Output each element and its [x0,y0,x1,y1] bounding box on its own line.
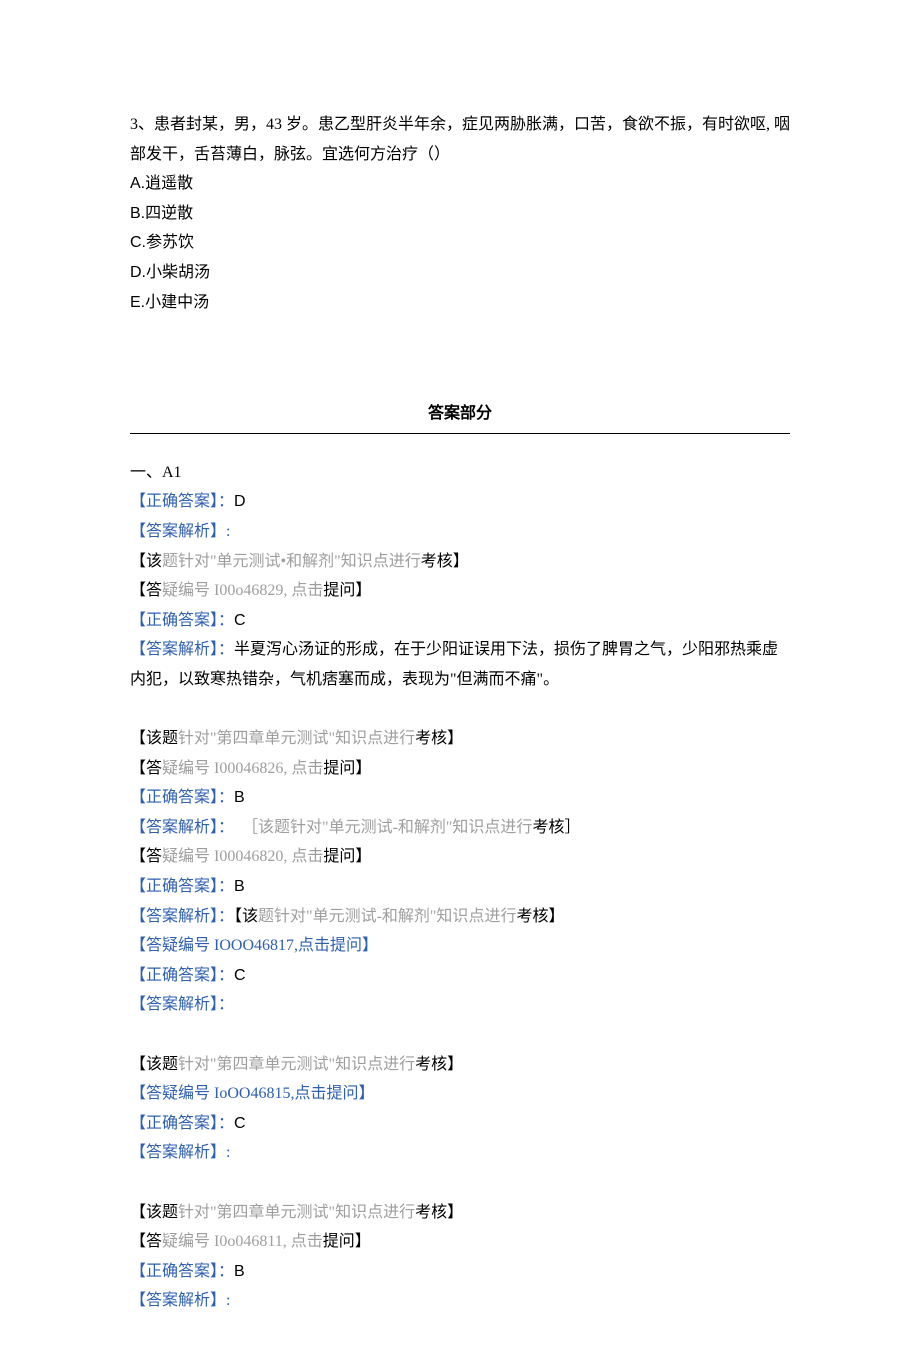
option-d: D.小柴胡汤 [130,258,790,288]
option-b: B.四逆散 [130,199,790,229]
question-stem-line2: 部发干，舌苔薄白，脉弦。宜选何方治疗（） [130,140,790,170]
correct-answer-3: 【正确答案】：B [130,783,790,813]
analysis-1: 【答案解析】: [130,517,790,547]
query-4: 【答疑编号 IOOO46817,点击提问】 [130,931,790,961]
answer-section-title: 答案部分 [130,399,790,433]
reference-1: 【该题针对"单元测试•和解剂"知识点进行考核】 [130,547,790,577]
analysis-6: 【答案解析】: [130,1138,790,1168]
correct-answer-1: 【正确答案】：D [130,487,790,517]
correct-answer-2: 【正确答案】：C [130,606,790,636]
option-e: E.小建中汤 [130,288,790,318]
query-2: 【答疑编号 I00046826, 点击提问】 [130,754,790,784]
analysis-5: 【答案解析】： [130,990,790,1020]
analysis-2-line1: 【答案解析】：半夏泻心汤证的形成，在于少阳证误用下法，损伤了脾胃之气，少阳邪热乘… [130,635,790,665]
analysis-7: 【答案解析】: [130,1286,790,1316]
reference-5: 【该题针对"第四章单元测试"知识点进行考核】 [130,1050,790,1080]
correct-answer-4: 【正确答案】：B [130,872,790,902]
option-a: A.逍遥散 [130,169,790,199]
question-stem-line1: 3、患者封某，男，43 岁。患乙型肝炎半年余，症见两胁胀满，口苦，食欲不振，有时… [130,110,790,140]
analysis-3: 【答案解析】： ［该题针对"单元测试-和解剂"知识点进行考核］ [130,813,790,843]
query-3: 【答疑编号 I00046820, 点击提问】 [130,842,790,872]
reference-2: 【该题针对"第四章单元测试"知识点进行考核】 [130,724,790,754]
analysis-2-line2: 内犯，以致寒热错杂，气机痞塞而成，表现为"但满而不痛"。 [130,665,790,695]
correct-answer-7: 【正确答案】：B [130,1257,790,1287]
query-5: 【答疑编号 IoOO46815,点击提问】 [130,1079,790,1109]
section-heading: 一、A1 [130,458,790,488]
correct-answer-6: 【正确答案】：C [130,1109,790,1139]
analysis-4: 【答案解析】：【该题针对"单元测试-和解剂"知识点进行考核】 [130,902,790,932]
question-options: A.逍遥散 B.四逆散 C.参苏饮 D.小柴胡汤 E.小建中汤 [130,169,790,317]
divider [130,433,790,434]
option-c: C.参苏饮 [130,228,790,258]
correct-answer-5: 【正确答案】：C [130,961,790,991]
query-1: 【答疑编号 I00o46829, 点击提问】 [130,576,790,606]
reference-6: 【该题针对"第四章单元测试"知识点进行考核】 [130,1198,790,1228]
query-6: 【答疑编号 I0o046811, 点击提问】 [130,1227,790,1257]
